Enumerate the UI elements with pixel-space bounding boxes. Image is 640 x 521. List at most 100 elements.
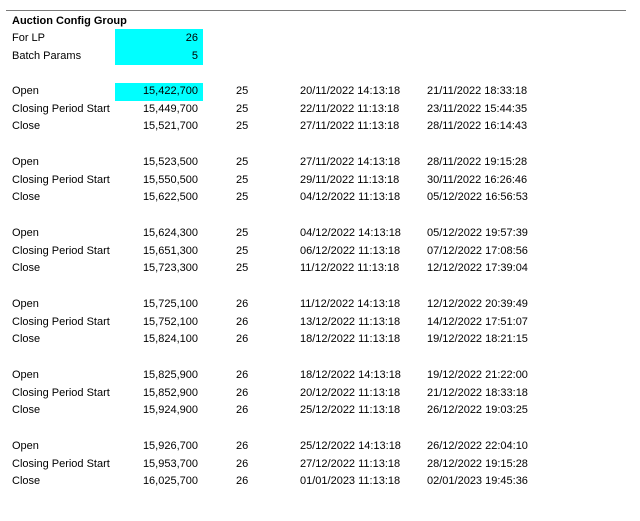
row-label: Open [12,440,39,452]
count-value: 26 [236,475,249,488]
start-datetime: 01/01/2023 11:13:18 [300,475,401,488]
start-datetime: 29/11/2022 11:13:18 [300,173,400,186]
start-datetime: 20/11/2022 14:13:18 [300,85,401,97]
row-label: Close [12,333,41,346]
end-datetime: 26/12/2022 19:03:25 [427,404,528,417]
row-label: Closing Period Start [12,102,110,115]
price-value: 15,521,700 [142,120,198,133]
end-datetime: 26/12/2022 22:04:10 [427,440,528,452]
auction-period-group: Open 15,725,100 26 11/12/2022 14:13:18 12/12… [0,296,640,367]
count-value: 26 [236,298,249,310]
start-datetime: 27/11/2022 14:13:18 [300,156,401,168]
table-row: Closing Period Start 15,550,500 25 29/11/20… [0,172,640,190]
table-row: Closing Period Start 15,651,300 25 06/12/20… [0,243,640,261]
table-row: Open 15,523,500 25 27/11/2022 14:13:18 28/11… [0,154,640,172]
table-row: Closing Period Start 15,449,700 25 22/11/20… [0,101,640,119]
end-datetime: 28/11/2022 16:14:43 [427,120,528,133]
end-datetime: 05/12/2022 16:56:53 [427,191,528,204]
count-value: 26 [236,315,249,328]
table-row: Closing Period Start 15,752,100 26 13/12/20… [0,314,640,332]
start-datetime: 18/12/2022 14:13:18 [300,369,401,381]
row-label: Closing Period Start [12,315,110,328]
param-row-for-lp: For LP 26 [0,29,640,47]
table-row: Open 15,725,100 26 11/12/2022 14:13:18 12/12… [0,296,640,314]
end-datetime: 07/12/2022 17:08:56 [427,244,528,257]
price-value: 15,723,300 [142,262,198,275]
row-label: Open [12,85,39,97]
end-datetime: 12/12/2022 20:39:49 [427,298,528,310]
start-datetime: 11/12/2022 14:13:18 [300,298,401,310]
row-label: Closing Period Start [12,386,110,399]
price-value: 15,852,900 [142,386,198,399]
count-value: 25 [236,262,249,275]
price-value: 15,624,300 [142,227,198,239]
row-label: Closing Period Start [12,457,110,470]
price-value[interactable]: 15,422,700 [115,83,203,101]
end-datetime: 21/12/2022 18:33:18 [427,386,528,399]
end-datetime: 19/12/2022 18:21:15 [427,333,528,346]
table-row: Close 16,025,700 26 01/01/2023 11:13:18 02/0… [0,473,640,491]
count-value: 26 [236,440,249,452]
table-row: Closing Period Start 15,953,700 26 27/12/20… [0,456,640,474]
price-value: 15,725,100 [142,298,198,310]
count-value: 25 [236,102,249,115]
end-datetime: 23/11/2022 15:44:35 [427,102,528,115]
param-label: Batch Params [12,50,82,62]
price-value: 15,622,500 [142,191,198,204]
end-datetime: 28/12/2022 19:15:28 [427,457,528,470]
price-value: 15,953,700 [142,457,198,470]
start-datetime: 18/12/2022 11:13:18 [300,333,401,346]
auction-period-group: Open 15,825,900 26 18/12/2022 14:13:18 19/12… [0,367,640,438]
param-value[interactable]: 26 [115,29,203,47]
end-datetime: 21/11/2022 18:33:18 [427,85,528,97]
price-value: 15,825,900 [142,369,198,381]
row-label: Closing Period Start [12,173,110,186]
price-value: 15,651,300 [142,244,198,257]
start-datetime: 25/12/2022 14:13:18 [300,440,401,452]
param-value[interactable]: 5 [115,47,203,65]
auction-period-group: Open 15,624,300 25 04/12/2022 14:13:18 05/12… [0,225,640,296]
end-datetime: 14/12/2022 17:51:07 [427,315,528,328]
row-label: Close [12,262,41,275]
row-label: Open [12,156,39,168]
row-label: Open [12,227,39,239]
auction-periods-list: Open 15,422,700 25 20/11/2022 14:13:18 21/11… [0,83,640,509]
count-value: 25 [236,173,249,186]
table-row: Close 15,622,500 25 04/12/2022 11:13:18 05/1… [0,189,640,207]
price-value: 15,550,500 [142,173,198,186]
table-row: Close 15,824,100 26 18/12/2022 11:13:18 19/1… [0,331,640,349]
top-rule [6,10,626,11]
row-label: Close [12,120,41,133]
row-label: Close [12,191,41,204]
end-datetime: 02/01/2023 19:45:36 [427,475,528,488]
count-value: 26 [236,386,249,399]
end-datetime: 12/12/2022 17:39:04 [427,262,528,275]
count-value: 26 [236,369,249,381]
start-datetime: 04/12/2022 14:13:18 [300,227,401,239]
count-value: 25 [236,156,249,168]
count-value: 25 [236,244,249,257]
param-row-batch-params: Batch Params 5 [0,47,640,65]
table-row: Open 15,926,700 26 25/12/2022 14:13:18 26/12… [0,438,640,456]
table-row: Open 15,825,900 26 18/12/2022 14:13:18 19/12… [0,367,640,385]
end-datetime: 05/12/2022 19:57:39 [427,227,528,239]
start-datetime: 20/12/2022 11:13:18 [300,386,401,399]
auction-period-group: Open 15,523,500 25 27/11/2022 14:13:18 28/11… [0,154,640,225]
count-value: 26 [236,457,249,470]
price-value: 15,924,900 [142,404,198,417]
table-row: Open 15,422,700 25 20/11/2022 14:13:18 21/11… [0,83,640,101]
page-title: Auction Config Group [12,15,127,27]
auction-period-group: Open 15,926,700 26 25/12/2022 14:13:18 26/12… [0,438,640,509]
start-datetime: 04/12/2022 11:13:18 [300,191,401,204]
price-value: 15,926,700 [142,440,198,452]
count-value: 26 [236,333,249,346]
row-label: Open [12,369,39,381]
price-value: 15,449,700 [142,102,198,115]
price-value: 15,752,100 [142,315,198,328]
price-value: 15,824,100 [142,333,198,346]
start-datetime: 25/12/2022 11:13:18 [300,404,401,417]
start-datetime: 11/12/2022 11:13:18 [300,262,400,275]
row-label: Close [12,475,41,488]
param-label: For LP [12,32,46,44]
start-datetime: 27/12/2022 11:13:18 [300,457,401,470]
